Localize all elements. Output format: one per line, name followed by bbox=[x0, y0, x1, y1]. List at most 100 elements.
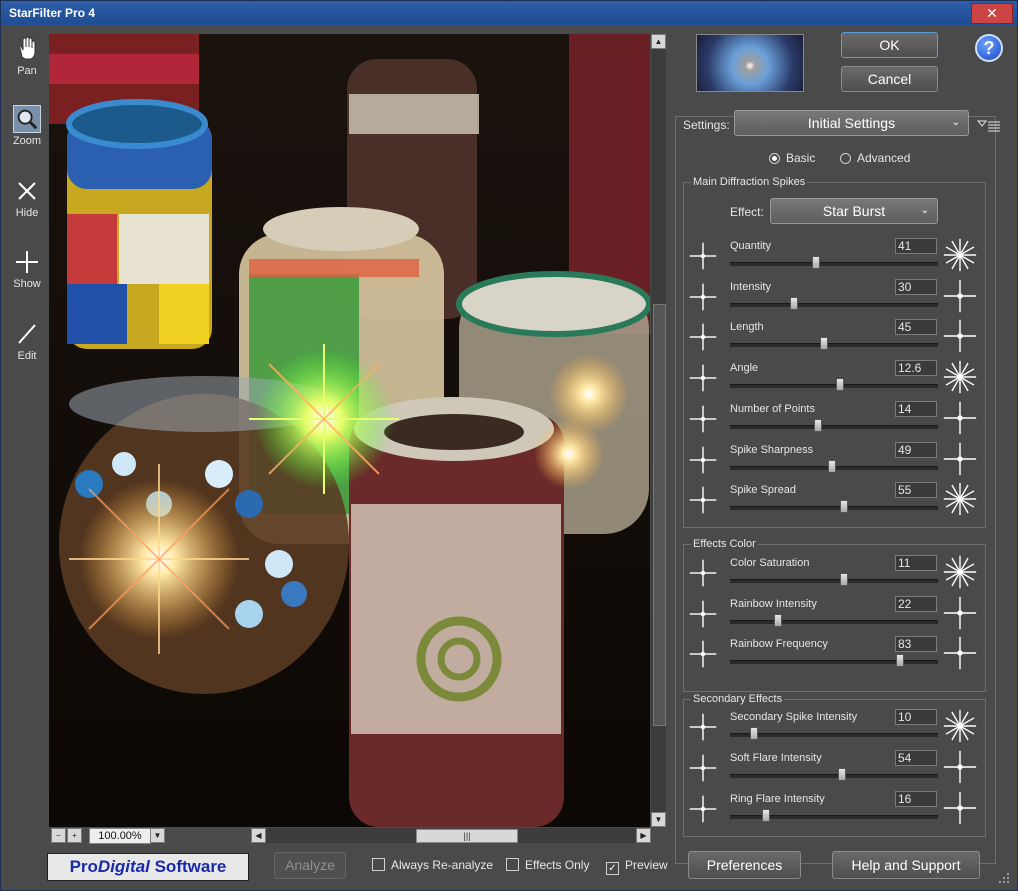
zoom-in-button[interactable]: + bbox=[67, 828, 82, 843]
slider-thumb[interactable] bbox=[774, 613, 782, 627]
title-bar[interactable]: StarFilter Pro 4 ✕ bbox=[1, 1, 1017, 25]
close-window-button[interactable]: ✕ bbox=[971, 3, 1013, 24]
slider-value-field[interactable]: 45 bbox=[895, 319, 937, 336]
image-vertical-scrollbar[interactable]: ▲ ▼ bbox=[651, 34, 666, 827]
slider-value-field[interactable]: 30 bbox=[895, 278, 937, 295]
chevron-down-icon: ⌄ bbox=[951, 117, 960, 128]
slider-track[interactable] bbox=[730, 384, 938, 389]
slider-label: Quantity bbox=[730, 240, 771, 252]
slider-thumb[interactable] bbox=[814, 418, 822, 432]
slider-value-field[interactable]: 49 bbox=[895, 441, 937, 458]
resize-grip-icon[interactable] bbox=[993, 867, 1011, 885]
slider-label: Rainbow Frequency bbox=[730, 638, 828, 650]
star-small-icon bbox=[689, 283, 719, 311]
tool-show[interactable]: Show bbox=[7, 248, 47, 290]
star-large-icon bbox=[943, 636, 977, 670]
slider-row-color-saturation: Color Saturation 11 bbox=[687, 555, 982, 595]
slider-track[interactable] bbox=[730, 262, 938, 266]
zoom-dropdown-button[interactable]: ▼ bbox=[150, 828, 165, 843]
mode-basic-radio[interactable]: Basic bbox=[769, 151, 815, 165]
help-icon[interactable]: ? bbox=[975, 34, 1003, 62]
cancel-button[interactable]: Cancel bbox=[841, 66, 938, 92]
slider-track[interactable] bbox=[730, 424, 938, 429]
slider-track[interactable] bbox=[730, 619, 938, 624]
slider-label: Intensity bbox=[730, 280, 771, 293]
slider-track[interactable] bbox=[730, 343, 938, 348]
analyze-button[interactable]: Analyze bbox=[274, 852, 346, 879]
app-window: StarFilter Pro 4 ✕ Pan Zoom Hide Show Ed… bbox=[0, 0, 1018, 891]
slider-thumb[interactable] bbox=[828, 459, 836, 473]
slider-row-soft-flare-intensity: Soft Flare Intensity 54 bbox=[687, 750, 982, 790]
scroll-up-button[interactable]: ▲ bbox=[651, 34, 666, 49]
slider-thumb[interactable] bbox=[790, 296, 798, 310]
scroll-thumb[interactable] bbox=[653, 304, 666, 726]
slider-track[interactable] bbox=[730, 506, 938, 511]
slider-thumb[interactable] bbox=[820, 337, 828, 351]
preset-value: Initial Settings bbox=[807, 115, 896, 131]
slider-track[interactable] bbox=[730, 774, 938, 778]
slider-track[interactable] bbox=[730, 302, 938, 307]
group-title: Main Diffraction Spikes bbox=[691, 176, 808, 188]
chevron-down-icon: ⌄ bbox=[920, 205, 929, 216]
slider-row-intensity: Intensity 30 bbox=[687, 278, 982, 319]
slider-thumb[interactable] bbox=[762, 809, 770, 822]
slider-value-field[interactable]: 54 bbox=[895, 750, 937, 766]
scroll-down-button[interactable]: ▼ bbox=[651, 812, 666, 827]
slider-value-field[interactable]: 14 bbox=[895, 400, 937, 417]
preview-checkbox[interactable]: ✓ Preview bbox=[606, 858, 668, 875]
pencil-icon bbox=[18, 324, 36, 344]
slider-value-field[interactable]: 41 bbox=[895, 238, 937, 254]
slider-value-field[interactable]: 22 bbox=[895, 595, 937, 612]
preset-menu-icon[interactable] bbox=[977, 119, 1001, 133]
slider-value-field[interactable]: 12.6 bbox=[895, 360, 937, 377]
slider-row-number-of-points: Number of Points 14 bbox=[687, 400, 982, 441]
tool-label: Hide bbox=[15, 207, 39, 219]
settings-preset-select[interactable]: Initial Settings ⌄ bbox=[734, 110, 969, 136]
tool-hide[interactable]: Hide bbox=[7, 177, 47, 219]
ok-button[interactable]: OK bbox=[841, 32, 938, 58]
group-title: Secondary Effects bbox=[691, 693, 785, 705]
slider-thumb[interactable] bbox=[838, 768, 846, 781]
client-area: Pan Zoom Hide Show Edit ▲ ▼ − + 100.00% … bbox=[1, 25, 1017, 890]
slider-row-spike-sharpness: Spike Sharpness 49 bbox=[687, 441, 982, 482]
slider-thumb[interactable] bbox=[750, 727, 758, 740]
slider-row-secondary-spike-intensity: Secondary Spike Intensity 10 bbox=[687, 709, 982, 749]
checkbox-box bbox=[506, 858, 519, 871]
star-small-icon bbox=[689, 405, 719, 433]
slider-thumb[interactable] bbox=[836, 378, 844, 392]
scroll-right-button[interactable]: ▶ bbox=[636, 828, 651, 843]
help-and-support-button[interactable]: Help and Support bbox=[832, 851, 980, 879]
slider-label: Ring Flare Intensity bbox=[730, 793, 825, 805]
image-preview[interactable] bbox=[49, 34, 650, 827]
slider-value-field[interactable]: 16 bbox=[895, 791, 937, 807]
preferences-button[interactable]: Preferences bbox=[688, 851, 801, 879]
tool-edit[interactable]: Edit bbox=[7, 320, 47, 362]
slider-thumb[interactable] bbox=[812, 256, 820, 269]
scroll-thumb[interactable]: ||| bbox=[416, 829, 518, 843]
slider-thumb[interactable] bbox=[896, 654, 904, 667]
scroll-left-button[interactable]: ◀ bbox=[251, 828, 266, 843]
image-horizontal-scrollbar[interactable]: ◀ ||| ▶ bbox=[251, 828, 651, 843]
slider-value-field[interactable]: 11 bbox=[895, 555, 937, 571]
slider-label: Length bbox=[730, 321, 764, 334]
effect-type-select[interactable]: Star Burst ⌄ bbox=[770, 198, 938, 224]
always-reanalyze-checkbox[interactable]: Always Re-analyze bbox=[372, 858, 493, 872]
slider-track[interactable] bbox=[730, 733, 938, 737]
mode-advanced-radio[interactable]: Advanced bbox=[840, 151, 910, 165]
slider-track[interactable] bbox=[730, 579, 938, 583]
slider-value-field[interactable]: 10 bbox=[895, 709, 937, 725]
tool-label: Zoom bbox=[12, 135, 42, 147]
settings-label: Settings: bbox=[683, 118, 730, 132]
slider-thumb[interactable] bbox=[840, 573, 848, 586]
zoom-out-button[interactable]: − bbox=[51, 828, 66, 843]
effects-only-checkbox[interactable]: Effects Only bbox=[506, 858, 589, 872]
slider-value-field[interactable]: 83 bbox=[895, 636, 937, 652]
slider-thumb[interactable] bbox=[840, 500, 848, 514]
slider-label: Rainbow Intensity bbox=[730, 597, 817, 610]
tool-zoom[interactable]: Zoom bbox=[7, 105, 47, 147]
slider-track[interactable] bbox=[730, 660, 938, 664]
tool-pan[interactable]: Pan bbox=[7, 35, 47, 77]
star-large-icon bbox=[943, 555, 977, 589]
slider-value-field[interactable]: 55 bbox=[895, 482, 937, 499]
zoom-level[interactable]: 100.00% bbox=[89, 828, 151, 844]
